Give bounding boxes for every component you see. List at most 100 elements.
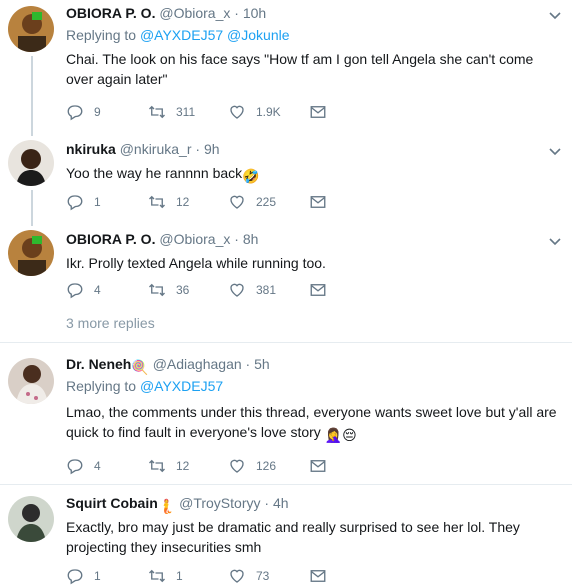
retweet-button[interactable]: 12 <box>148 192 189 212</box>
display-name[interactable]: OBIORA P. O. <box>66 5 155 21</box>
retweet-button[interactable]: 36 <box>148 280 189 300</box>
user-handle[interactable]: @Obiora_x <box>159 5 230 21</box>
tweet-actions: 4 12 126 <box>66 456 366 476</box>
display-name[interactable]: Squirt Cobain <box>66 495 158 511</box>
tweet[interactable]: OBIORA P. O. @Obiora_x · 10h Replying to… <box>0 0 572 130</box>
tweet-text: Lmao, the comments under this thread, ev… <box>66 402 562 445</box>
like-button[interactable]: 73 <box>228 566 269 586</box>
direct-message-button[interactable] <box>309 102 337 122</box>
like-button[interactable]: 225 <box>228 192 276 212</box>
user-handle[interactable]: @TroyStoryy <box>179 495 260 511</box>
retweet-button[interactable]: 12 <box>148 456 189 476</box>
tweet-header: OBIORA P. O. @Obiora_x · 10h <box>66 3 562 23</box>
like-icon <box>230 569 244 583</box>
reply-button[interactable]: 4 <box>66 456 101 476</box>
timestamp[interactable]: 8h <box>243 231 259 247</box>
reply-icon <box>67 459 83 475</box>
direct-message-icon <box>310 460 326 472</box>
retweet-icon <box>149 283 165 297</box>
retweet-count: 311 <box>176 105 196 119</box>
reply-count: 4 <box>94 459 101 473</box>
direct-message-button[interactable] <box>309 566 337 586</box>
separator-dot: · <box>245 356 251 372</box>
like-button[interactable]: 1.9K <box>228 102 281 122</box>
replying-to-prefix: Replying to <box>66 27 140 43</box>
avatar[interactable] <box>8 6 54 52</box>
avatar[interactable] <box>8 140 54 186</box>
timestamp[interactable]: 4h <box>273 495 289 511</box>
name-emoji: 🍭 <box>131 359 149 375</box>
reply-button[interactable]: 1 <box>66 566 101 586</box>
like-icon <box>230 195 244 209</box>
retweet-button[interactable]: 311 <box>148 102 195 122</box>
tweet[interactable]: OBIORA P. O. @Obiora_x · 8h Ikr. Prolly … <box>0 226 572 310</box>
display-name[interactable]: Dr. Neneh <box>66 356 131 372</box>
separator-dot: · <box>234 231 239 247</box>
reply-count: 1 <box>94 569 101 583</box>
tweet-header: nkiruka @nkiruka_r · 9h <box>66 139 562 159</box>
divider <box>0 484 572 485</box>
retweet-icon <box>149 569 165 583</box>
retweet-icon <box>149 195 165 209</box>
tweet[interactable]: nkiruka @nkiruka_r · 9h Yoo the way he r… <box>0 136 572 220</box>
direct-message-icon <box>310 570 326 582</box>
reply-icon <box>67 283 83 299</box>
caret-down-icon[interactable] <box>548 8 562 22</box>
retweet-button[interactable]: 1 <box>148 566 183 586</box>
show-more-replies-link[interactable]: 3 more replies <box>66 315 155 331</box>
retweet-count: 12 <box>176 195 190 209</box>
display-name[interactable]: OBIORA P. O. <box>66 231 155 247</box>
user-handle[interactable]: @Adiaghagan <box>153 356 242 372</box>
separator-dot: · <box>234 5 239 21</box>
replying-to-prefix: Replying to <box>66 378 140 394</box>
timestamp[interactable]: 5h <box>254 356 270 372</box>
direct-message-button[interactable] <box>309 456 337 476</box>
retweet-count: 1 <box>176 569 183 583</box>
retweet-count: 36 <box>176 283 190 297</box>
retweet-icon <box>149 459 165 473</box>
user-handle[interactable]: @nkiruka_r <box>120 141 192 157</box>
like-button[interactable]: 381 <box>228 280 276 300</box>
name-emoji: 🧜 <box>157 498 176 514</box>
reply-count: 4 <box>94 283 101 297</box>
user-handle[interactable]: @Obiora_x <box>159 231 230 247</box>
tweet-text: Exactly, bro may just be dramatic and re… <box>66 519 520 555</box>
replying-to: Replying to @AYXDEJ57 @Jokunle <box>66 25 562 45</box>
direct-message-icon <box>310 106 326 118</box>
avatar[interactable] <box>8 496 54 542</box>
like-count: 126 <box>256 459 277 473</box>
replying-to-link[interactable]: @AYXDEJ57 @Jokunle <box>140 27 290 43</box>
separator-dot: · <box>195 141 201 157</box>
like-count: 73 <box>256 569 270 583</box>
caret-down-icon[interactable] <box>548 234 562 248</box>
reply-button[interactable]: 4 <box>66 280 101 300</box>
avatar[interactable] <box>8 358 54 404</box>
timestamp[interactable]: 10h <box>243 5 266 21</box>
like-icon <box>230 283 244 297</box>
retweet-count: 12 <box>176 459 190 473</box>
tweet-actions: 4 36 381 <box>66 280 366 300</box>
avatar[interactable] <box>8 230 54 276</box>
emoji: 🤣 <box>242 168 260 184</box>
reply-button[interactable]: 9 <box>66 102 101 122</box>
display-name[interactable]: nkiruka <box>66 141 116 157</box>
tweet-text-body: Yoo the way he rannnn back <box>66 165 243 181</box>
direct-message-button[interactable] <box>309 192 337 212</box>
direct-message-button[interactable] <box>309 280 337 300</box>
tweet-header: OBIORA P. O. @Obiora_x · 8h <box>66 229 562 249</box>
like-icon <box>230 459 244 473</box>
reply-count: 9 <box>94 105 101 119</box>
like-button[interactable]: 126 <box>228 456 276 476</box>
tweet-actions: 1 1 73 <box>66 566 366 586</box>
like-icon <box>230 105 244 119</box>
replying-to-link[interactable]: @AYXDEJ57 <box>140 378 223 394</box>
reply-button[interactable]: 1 <box>66 192 101 212</box>
replying-to: Replying to @AYXDEJ57 <box>66 376 562 396</box>
tweet[interactable]: Dr. Neneh🍭 @Adiaghagan · 5h Replying to … <box>0 350 572 480</box>
timestamp[interactable]: 9h <box>204 141 220 157</box>
caret-down-icon[interactable] <box>548 144 562 158</box>
tweet-text-body: Lmao, the comments under this thread, ev… <box>66 404 557 440</box>
direct-message-icon <box>310 284 326 296</box>
like-count: 1.9K <box>256 105 281 119</box>
tweet[interactable]: Squirt Cobain🧜 @TroyStoryy · 4h Exactly,… <box>0 490 572 588</box>
